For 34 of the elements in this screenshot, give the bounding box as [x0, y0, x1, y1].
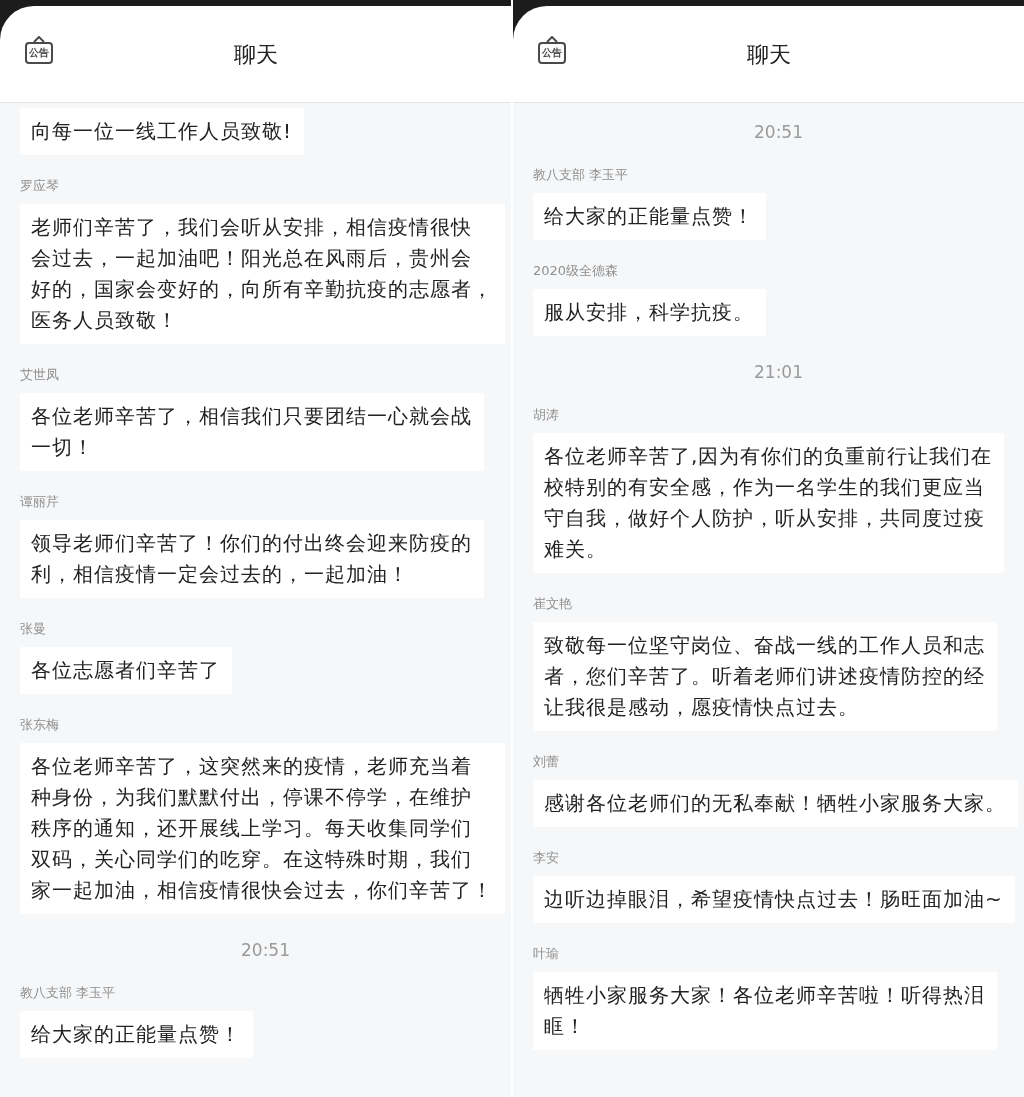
- sender-name: 叶瑜: [533, 945, 559, 963]
- message-text: 服从安排，科学抗疫。: [544, 299, 754, 326]
- message-text: 老师们辛苦了，我们会听从安排，相信疫情很快 会过去，一起加油吧！阳光总在风雨后，贵州会 好的，国家会变好的，向所有辛勤抗疫的志愿者， 医务人员致敬！: [31, 214, 493, 334]
- message-text: 给大家的正能量点赞！: [31, 1021, 241, 1048]
- sender-name: 胡涛: [533, 406, 559, 424]
- sender-name: 2020级全德森: [533, 262, 619, 280]
- message-text: 致敬每一位坚守岗位、奋战一线的工作人员和志 者，您们辛苦了。听着老师们讲述疫情防控的经 让我很是感动，愿疫情快点过去。: [544, 632, 985, 721]
- sender-name: 教八支部 李玉平: [20, 984, 116, 1002]
- timestamp: 20:51: [241, 940, 290, 960]
- sender-name: 艾世凤: [20, 366, 59, 384]
- message-text: 边听边掉眼泪，希望疫情快点过去！肠旺面加油~: [544, 886, 1003, 913]
- sender-name: 谭丽芹: [20, 493, 59, 511]
- sender-name: 崔文艳: [533, 595, 572, 613]
- message-text: 向每一位一线工作人员致敬!: [31, 118, 293, 145]
- sender-name: 李安: [533, 849, 559, 867]
- message-text: 给大家的正能量点赞！: [544, 203, 754, 230]
- sender-name: 张曼: [20, 620, 46, 638]
- hanger-icon: [33, 36, 45, 42]
- message-text: 各位志愿者们辛苦了: [31, 657, 220, 684]
- message-text: 领导老师们辛苦了！你们的付出终会迎来防疫的 利，相信疫情一定会过去的，一起加油！: [31, 530, 472, 588]
- chat-title: 聊天: [233, 40, 278, 69]
- sender-name: 刘蕾: [533, 753, 559, 771]
- sender-name: 张东梅: [20, 716, 59, 734]
- message-text: 感谢各位老师们的无私奉献！牺牲小家服务大家。: [544, 790, 1006, 817]
- timestamp: 21:01: [754, 362, 803, 382]
- sender-name: 教八支部 李玉平: [533, 166, 629, 184]
- sender-name: 罗应琴: [20, 177, 59, 195]
- hanger-icon: [546, 36, 558, 42]
- chat-title: 聊天: [746, 40, 791, 69]
- message-text: 牺牲小家服务大家！各位老师辛苦啦！听得热泪 眶！: [544, 982, 985, 1040]
- message-text: 各位老师辛苦了，这突然来的疫情，老师充当着 种身份，为我们默默付出，停课不停学，在维护 秩序的通知，还开展线上学习。每天收集同学们 双码，关心同学们的吃穿。在这特殊时期，我们 家一起加油，相信疫情很快会过去，你们辛苦了！: [31, 753, 493, 904]
- timestamp: 20:51: [754, 122, 803, 142]
- message-text: 各位老师辛苦了，相信我们只要团结一心就会战 一切！: [31, 403, 472, 461]
- message-text: 各位老师辛苦了,因为有你们的负重前行让我们在 校特别的有安全感，作为一名学生的我们更应当 守自我，做好个人防护，听从安排，共同度过疫 难关。: [544, 443, 993, 563]
